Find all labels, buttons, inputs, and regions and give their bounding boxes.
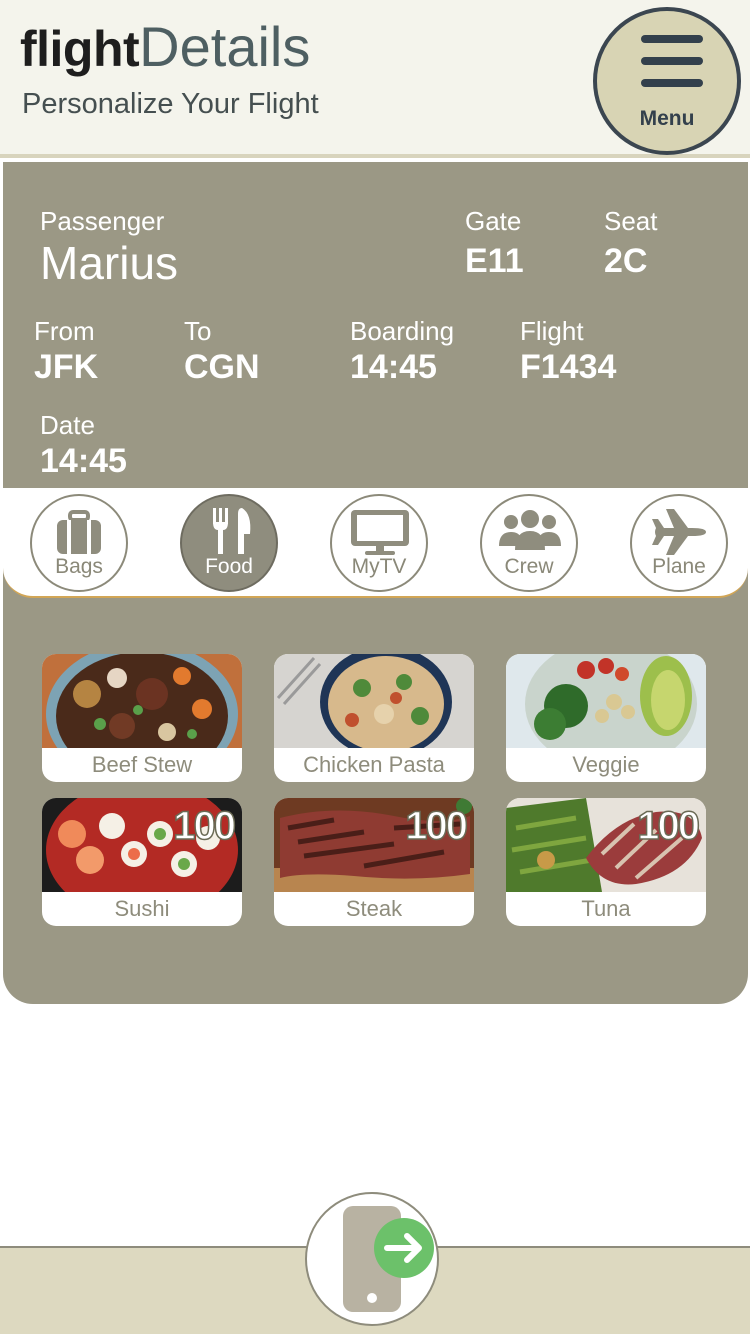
tab-crew[interactable]: Crew — [480, 494, 578, 592]
food-label: Chicken Pasta — [303, 752, 445, 777]
menu-label: Menu — [639, 107, 695, 130]
app-title-bold: flight — [20, 21, 140, 77]
food-label: Tuna — [581, 896, 631, 921]
passenger-name: Marius — [40, 237, 179, 289]
phone-exit-icon — [343, 1206, 434, 1312]
hamburger-icon-bar-bottom — [641, 79, 703, 87]
checkin-button[interactable] — [305, 1192, 439, 1326]
tab-bags[interactable]: Bags — [30, 494, 128, 592]
flight-details-screen: flightDetails Personalize Your Flight Me… — [0, 0, 750, 1334]
hamburger-icon-bar-middle — [641, 57, 703, 65]
tab-label: Food — [205, 555, 253, 578]
tab-label: Crew — [504, 555, 554, 578]
tab-plane[interactable]: Plane — [630, 494, 728, 592]
chicken-pasta-image — [274, 654, 474, 748]
food-item-beef-stew[interactable]: Beef Stew — [42, 654, 242, 782]
date-label: Date — [40, 410, 95, 440]
people-icon — [499, 510, 561, 550]
app-title: flightDetails — [20, 14, 310, 82]
tab-label: Bags — [55, 555, 103, 578]
to-label: To — [184, 316, 212, 346]
menu-button[interactable]: Menu — [593, 7, 741, 155]
flight-value: F1434 — [520, 348, 617, 386]
passenger-label: Passenger — [40, 206, 165, 236]
food-label: Sushi — [114, 896, 170, 921]
food-item-tuna[interactable]: 100 Tuna — [506, 798, 706, 926]
from-label: From — [34, 316, 95, 346]
tab-mytv[interactable]: MyTV — [330, 494, 428, 592]
airplane-icon — [652, 509, 706, 555]
beef-stew-image — [42, 654, 242, 748]
food-count: 100 — [405, 803, 469, 849]
food-label: Veggie — [572, 752, 640, 777]
tab-food[interactable]: Food — [180, 494, 278, 592]
to-value: CGN — [184, 348, 260, 386]
app-title-light: Details — [139, 15, 311, 78]
cutlery-icon — [213, 508, 251, 554]
gate-value: E11 — [465, 242, 524, 280]
seat-value: 2C — [604, 242, 648, 280]
boarding-card: Passenger Marius Gate E11 Seat 2C From J… — [3, 162, 748, 1004]
tab-label: Plane — [652, 555, 706, 578]
boarding-label: Boarding — [350, 316, 455, 346]
food-item-veggie[interactable]: Veggie — [506, 654, 706, 782]
food-item-chicken-pasta[interactable]: Chicken Pasta — [274, 654, 474, 782]
food-count: 100 — [173, 803, 237, 849]
from-value: JFK — [34, 348, 99, 386]
tab-label: MyTV — [351, 555, 407, 578]
boarding-value: 14:45 — [350, 348, 437, 386]
food-item-steak[interactable]: 100 Steak — [274, 798, 474, 926]
food-item-sushi[interactable]: 100 Sushi — [42, 798, 242, 926]
monitor-icon — [351, 510, 409, 555]
hamburger-icon-bar-top — [641, 35, 703, 43]
luggage-icon — [57, 510, 101, 554]
food-label: Steak — [345, 896, 403, 921]
category-tabs: Bags Food MyTV Crew Plane — [3, 488, 748, 598]
app-header: flightDetails Personalize Your Flight Me… — [0, 0, 750, 158]
flight-label: Flight — [520, 316, 584, 346]
app-subtitle: Personalize Your Flight — [22, 88, 319, 120]
food-count: 100 — [637, 803, 701, 849]
date-value: 14:45 — [40, 442, 127, 480]
seat-label: Seat — [604, 206, 658, 236]
veggie-image — [506, 654, 706, 748]
gate-label: Gate — [465, 206, 522, 236]
food-label: Beef Stew — [91, 752, 193, 777]
